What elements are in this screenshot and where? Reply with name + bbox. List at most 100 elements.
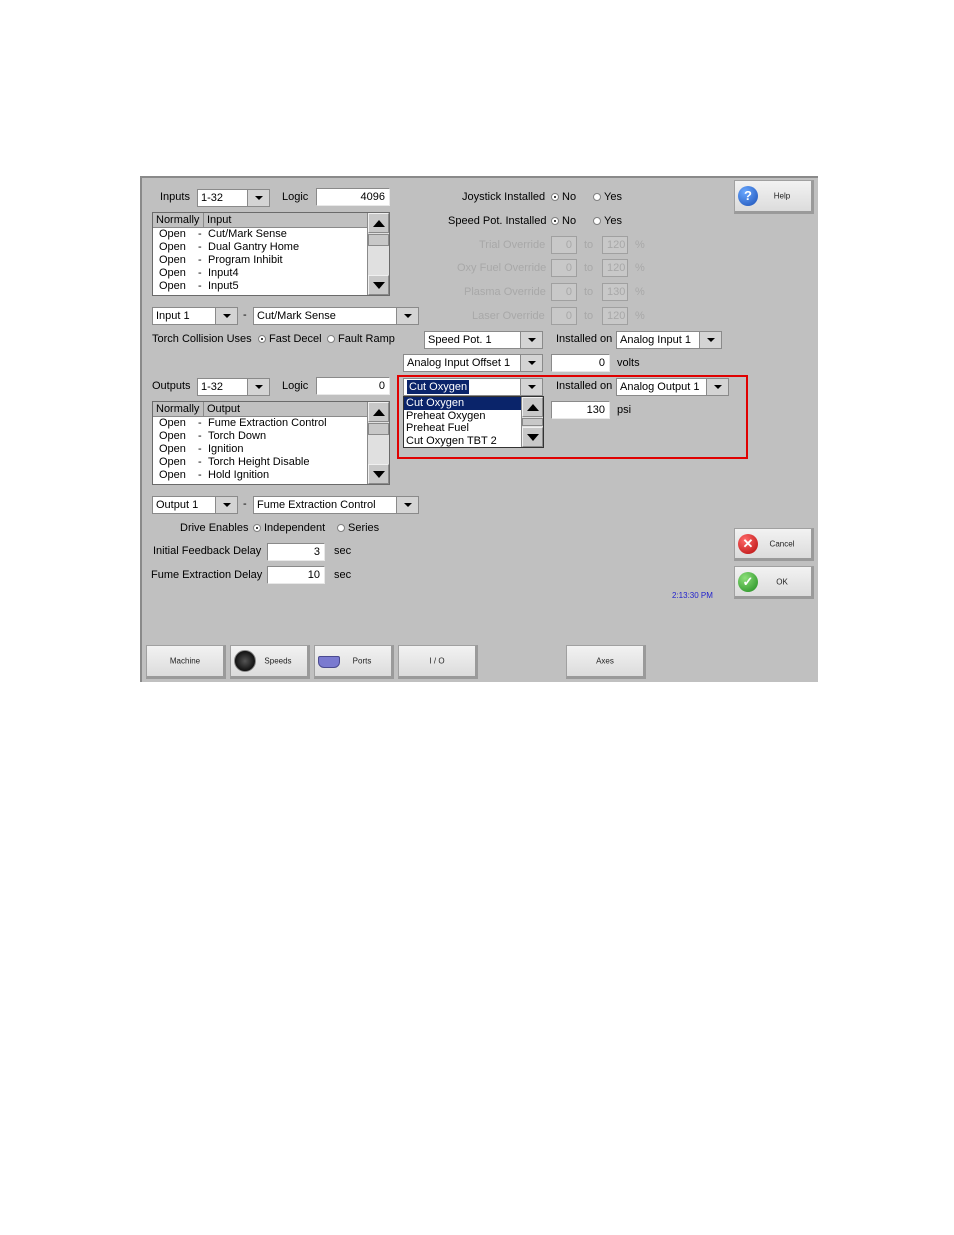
column-output[interactable]: Output xyxy=(204,402,368,416)
list-item[interactable]: Open - Ignition xyxy=(153,443,367,456)
ok-button[interactable]: ✓ OK xyxy=(734,566,814,599)
radio-speed-pot-no[interactable]: No xyxy=(551,215,576,227)
inputs-logic-field[interactable]: 4096 xyxy=(316,188,390,206)
radio-icon xyxy=(551,193,559,202)
inputs-range-select[interactable]: 1-32 xyxy=(197,189,270,207)
help-button[interactable]: ? Help xyxy=(734,180,814,214)
radio-series[interactable]: Series xyxy=(337,522,379,534)
to-label: to xyxy=(584,262,594,274)
radio-fast-decel[interactable]: Fast Decel xyxy=(258,333,322,345)
cancel-button[interactable]: ✕ Cancel xyxy=(734,528,814,561)
list-item[interactable]: Open - Dual Gantry Home xyxy=(153,241,367,254)
dropdown-option[interactable]: Preheat Oxygen xyxy=(404,410,522,423)
input-function-select[interactable]: Cut/Mark Sense xyxy=(253,307,419,325)
list-item[interactable]: Open - Input5 xyxy=(153,280,367,293)
dropdown-option[interactable]: Cut Oxygen xyxy=(404,397,522,410)
analog-output-device-select[interactable]: Cut Oxygen xyxy=(403,378,543,396)
chevron-down-icon[interactable] xyxy=(215,497,237,513)
chevron-down-icon[interactable] xyxy=(396,497,418,513)
to-label: to xyxy=(584,239,594,251)
chevron-down-icon[interactable] xyxy=(215,308,237,324)
dropdown-option[interactable]: Preheat Fuel xyxy=(404,422,522,435)
scroll-thumb[interactable] xyxy=(368,423,389,435)
laser-override-max: 120 xyxy=(602,307,628,325)
chevron-down-icon[interactable] xyxy=(396,308,418,324)
list-header: Normally Input xyxy=(153,213,389,228)
dropdown-option[interactable]: Cut Oxygen TBT 2 xyxy=(404,435,522,448)
list-item[interactable]: Open - Input4 xyxy=(153,267,367,280)
scroll-up-icon[interactable] xyxy=(368,213,389,233)
chevron-down-icon[interactable] xyxy=(520,379,542,395)
tab-io[interactable]: I / O xyxy=(398,645,478,679)
radio-fault-ramp[interactable]: Fault Ramp xyxy=(327,333,395,345)
chevron-down-icon[interactable] xyxy=(520,355,542,371)
radio-icon xyxy=(593,193,601,202)
scroll-up-icon[interactable] xyxy=(522,397,543,417)
percent-label: % xyxy=(635,286,645,298)
inputs-scrollbar[interactable] xyxy=(367,213,389,295)
dropdown-scrollbar[interactable] xyxy=(521,397,543,447)
scroll-thumb[interactable] xyxy=(522,418,543,426)
list-item[interactable]: Open - Torch Height Disable xyxy=(153,456,367,469)
list-item[interactable]: Open - Fume Extraction Control xyxy=(153,417,367,430)
trial-override-label: Trial Override xyxy=(479,239,546,251)
outputs-scrollbar[interactable] xyxy=(367,402,389,484)
chevron-down-icon[interactable] xyxy=(247,379,269,395)
analog-input-offset-field[interactable]: 0 xyxy=(551,354,610,372)
outputs-range-select[interactable]: 1-32 xyxy=(197,378,270,396)
chevron-down-icon[interactable] xyxy=(520,332,542,348)
outputs-logic-label: Logic xyxy=(282,380,309,392)
psi-unit-label: psi xyxy=(617,404,632,416)
column-normally[interactable]: Normally xyxy=(153,402,204,416)
tab-ports[interactable]: Ports xyxy=(314,645,394,679)
oxy-fuel-override-min: 0 xyxy=(551,259,577,277)
analog-output-value-field[interactable]: 130 xyxy=(551,401,610,419)
chevron-down-icon[interactable] xyxy=(247,190,269,206)
dash-separator: - xyxy=(243,498,247,510)
radio-icon xyxy=(337,524,345,533)
speed-pot-installed-label: Speed Pot. Installed xyxy=(448,215,547,227)
outputs-logic-field[interactable]: 0 xyxy=(316,377,390,395)
tab-machine[interactable]: Machine xyxy=(146,645,226,679)
unit-label: sec xyxy=(334,545,352,557)
tab-speeds[interactable]: Speeds xyxy=(230,645,310,679)
chevron-down-icon[interactable] xyxy=(706,379,728,395)
scroll-down-icon[interactable] xyxy=(368,275,389,295)
analog-input-device-select[interactable]: Speed Pot. 1 xyxy=(424,331,543,349)
radio-speed-pot-yes[interactable]: Yes xyxy=(593,215,622,227)
chevron-down-icon[interactable] xyxy=(699,332,721,348)
inputs-label: Inputs xyxy=(160,191,190,203)
output-number-select[interactable]: Output 1 xyxy=(152,496,238,514)
scroll-down-icon[interactable] xyxy=(522,427,543,447)
input-number-select[interactable]: Input 1 xyxy=(152,307,238,325)
plasma-override-label: Plasma Override xyxy=(464,286,546,298)
scroll-up-icon[interactable] xyxy=(368,402,389,422)
analog-output-dropdown-list[interactable]: Cut Oxygen Preheat Oxygen Preheat Fuel C… xyxy=(403,396,544,448)
percent-label: % xyxy=(635,310,645,322)
list-item[interactable]: Open - Program Inhibit xyxy=(153,254,367,267)
analog-input-offset-select[interactable]: Analog Input Offset 1 xyxy=(403,354,543,372)
fume-extraction-delay-field[interactable]: 10 xyxy=(267,566,325,584)
radio-joystick-yes[interactable]: Yes xyxy=(593,191,622,203)
inputs-list[interactable]: Normally Input Open - Cut/Mark Sense Open -… xyxy=(152,212,390,296)
outputs-list[interactable]: Normally Output Open - Fume Extraction Con… xyxy=(152,401,390,485)
column-input[interactable]: Input xyxy=(204,213,368,227)
radio-joystick-no[interactable]: No xyxy=(551,191,576,203)
column-normally[interactable]: Normally xyxy=(153,213,204,227)
tab-axes[interactable]: Axes xyxy=(566,645,646,679)
radio-icon xyxy=(327,335,335,344)
installed-on-label: Installed on xyxy=(556,380,613,392)
radio-independent[interactable]: Independent xyxy=(253,522,325,534)
analog-input-port-select[interactable]: Analog Input 1 xyxy=(616,331,722,349)
scroll-thumb[interactable] xyxy=(368,234,389,246)
initial-feedback-delay-field[interactable]: 3 xyxy=(267,543,325,561)
list-item[interactable]: Open - Cut/Mark Sense xyxy=(153,228,367,241)
output-function-select[interactable]: Fume Extraction Control xyxy=(253,496,419,514)
oxy-fuel-override-label: Oxy Fuel Override xyxy=(457,262,547,274)
list-item[interactable]: Open - Hold Ignition xyxy=(153,469,367,482)
percent-label: % xyxy=(635,239,645,251)
initial-feedback-delay-label: Initial Feedback Delay xyxy=(153,545,262,557)
scroll-down-icon[interactable] xyxy=(368,464,389,484)
analog-output-port-select[interactable]: Analog Output 1 xyxy=(616,378,729,396)
list-item[interactable]: Open - Torch Down xyxy=(153,430,367,443)
